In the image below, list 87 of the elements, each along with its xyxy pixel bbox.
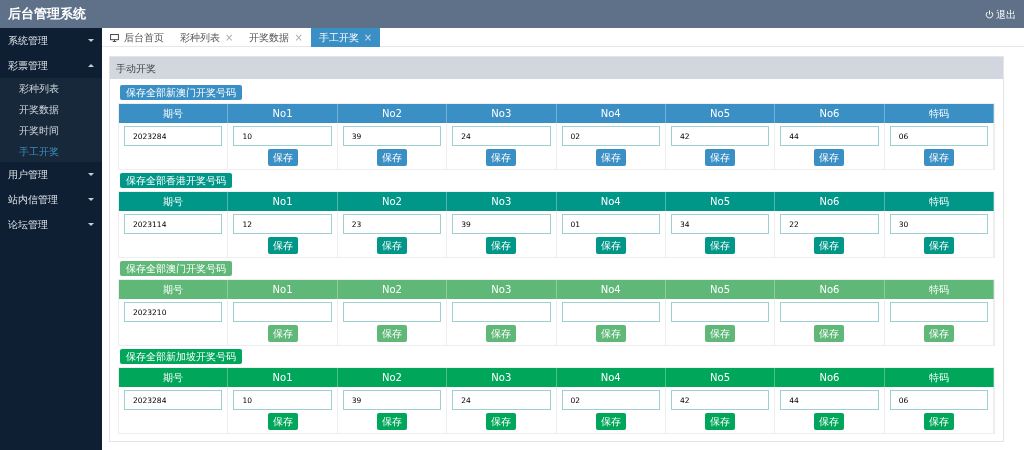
save-button[interactable]: 保存	[595, 413, 626, 430]
save-button[interactable]: 保存	[376, 413, 407, 430]
column-header: No4	[556, 280, 666, 299]
caret-icon	[88, 198, 94, 201]
column-header: No5	[665, 104, 776, 123]
sidebar-item[interactable]: 论坛管理	[0, 212, 102, 237]
app-title: 后台管理系统	[8, 5, 86, 24]
save-button[interactable]: 保存	[814, 413, 845, 430]
column-header: 期号	[119, 368, 229, 387]
tab[interactable]: 后台首页	[102, 28, 172, 47]
column-header: 特码	[884, 104, 994, 123]
close-icon[interactable]: ×	[363, 30, 373, 45]
column-header: No1	[228, 192, 338, 211]
caret-icon	[88, 173, 94, 176]
column-header: No2	[337, 368, 448, 387]
column-header: 期号	[119, 104, 229, 123]
save-button[interactable]: 保存	[595, 149, 626, 166]
tab[interactable]: 彩种列表 ×	[172, 28, 242, 47]
save-button[interactable]: 保存	[267, 149, 298, 166]
save-button[interactable]: 保存	[486, 237, 517, 254]
monitor-icon	[110, 33, 119, 42]
power-icon	[984, 9, 994, 19]
tab[interactable]: 手工开奖 ×	[310, 28, 381, 47]
input-field[interactable]	[780, 302, 879, 322]
caret-icon	[88, 39, 94, 42]
input-field[interactable]	[452, 302, 551, 322]
save-button[interactable]: 保存	[705, 237, 736, 254]
column-header: No2	[337, 192, 448, 211]
sidebar-subitem[interactable]: 手工开奖	[0, 141, 102, 162]
column-header: 期号	[119, 280, 229, 299]
logout-link[interactable]: 退出	[984, 6, 1016, 22]
column-header: 特码	[884, 280, 994, 299]
column-header: No5	[665, 280, 776, 299]
input-field[interactable]	[233, 302, 332, 322]
column-header: No5	[665, 192, 776, 211]
save-button[interactable]: 保存	[705, 413, 736, 430]
sidebar-item[interactable]: 站内信管理	[0, 187, 102, 212]
column-header: No6	[775, 192, 885, 211]
save-button[interactable]: 保存	[267, 237, 298, 254]
column-header: No6	[775, 104, 885, 123]
save-button[interactable]: 保存	[376, 237, 407, 254]
column-header: No4	[556, 192, 666, 211]
save-button[interactable]: 保存	[705, 149, 736, 166]
panel-title: 手动开奖	[110, 57, 1003, 79]
save-button[interactable]: 保存	[814, 237, 845, 254]
save-button[interactable]: 保存	[486, 413, 517, 430]
caret-icon	[88, 64, 94, 67]
column-header: No6	[775, 280, 885, 299]
save-button[interactable]: 保存	[923, 149, 954, 166]
input-field[interactable]	[561, 302, 660, 322]
input-field[interactable]	[670, 302, 770, 322]
input-field[interactable]	[342, 302, 442, 322]
column-header: No5	[665, 368, 776, 387]
tab[interactable]: 开奖数据 ×	[241, 28, 311, 47]
column-header: 期号	[119, 192, 229, 211]
sidebar-subitem[interactable]: 开奖数据	[0, 99, 102, 120]
save-button[interactable]: 保存	[376, 149, 407, 166]
caret-icon	[88, 223, 94, 226]
sidebar-item[interactable]: 彩票管理	[0, 53, 102, 78]
sidebar-item[interactable]: 系统管理	[0, 28, 102, 53]
column-header: No3	[447, 104, 557, 123]
column-header: No4	[556, 104, 666, 123]
column-header: 特码	[884, 368, 994, 387]
column-header: No3	[447, 192, 557, 211]
save-button[interactable]: 保存	[814, 149, 845, 166]
sidebar-item[interactable]: 用户管理	[0, 162, 102, 187]
column-header: No1	[228, 368, 338, 387]
save-button[interactable]: 保存	[923, 237, 954, 254]
save-button[interactable]: 保存	[267, 413, 298, 430]
column-header: No2	[337, 104, 448, 123]
column-header: No1	[228, 104, 338, 123]
save-button[interactable]: 保存	[595, 237, 626, 254]
column-header: No1	[228, 280, 338, 299]
column-header: No2	[337, 280, 448, 299]
column-header: No3	[447, 280, 557, 299]
sidebar-subitem[interactable]: 开奖时间	[0, 120, 102, 141]
save-button[interactable]: 保存	[486, 149, 517, 166]
column-header: No4	[556, 368, 666, 387]
save-all-button[interactable]: 保存全部新加坡开奖号码	[120, 349, 242, 364]
save-button[interactable]: 保存	[923, 413, 954, 430]
column-header: 特码	[884, 192, 994, 211]
column-header: No6	[775, 368, 885, 387]
input-field[interactable]	[889, 302, 988, 322]
column-header: No3	[447, 368, 557, 387]
save-all-button[interactable]: 保存全部新澳门开奖号码	[120, 85, 242, 100]
save-all-button[interactable]: 保存全部香港开奖号码	[120, 173, 232, 188]
sidebar-subitem[interactable]: 彩种列表	[0, 78, 102, 99]
